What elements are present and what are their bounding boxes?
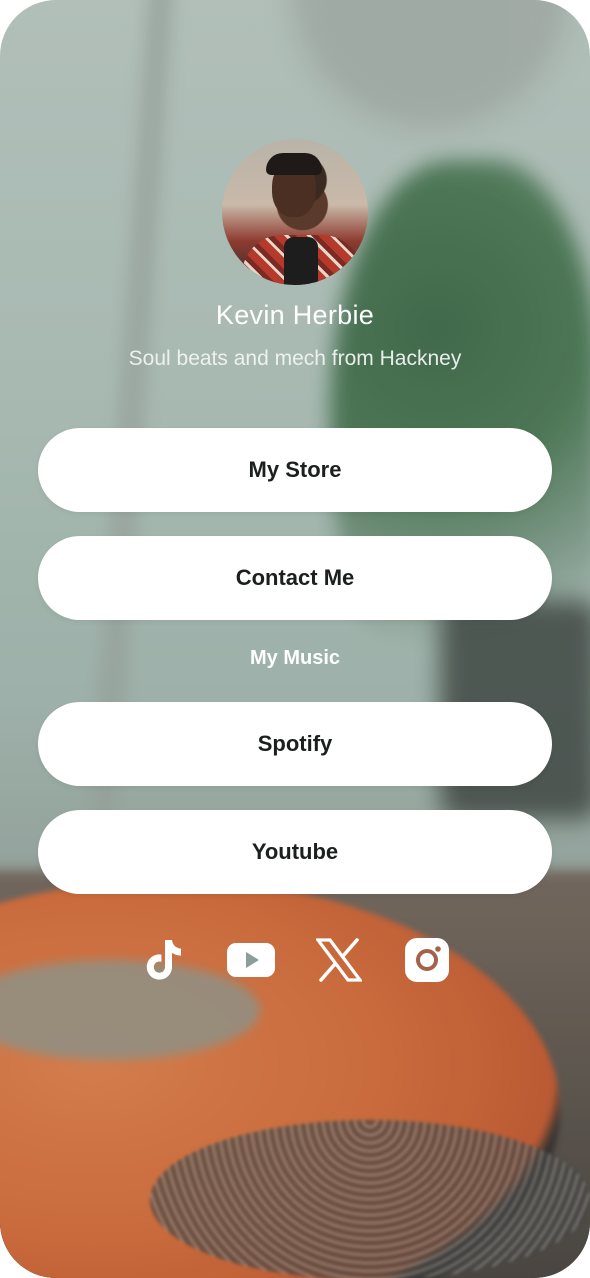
profile-page: Kevin Herbie Soul beats and mech from Ha…	[0, 0, 590, 1278]
youtube-icon[interactable]	[226, 935, 276, 985]
avatar-cap	[266, 153, 322, 175]
profile-bio: Soul beats and mech from Hackney	[128, 347, 462, 370]
youtube-button[interactable]: Youtube	[38, 810, 552, 894]
my-store-button[interactable]: My Store	[38, 428, 552, 512]
instagram-icon[interactable]	[402, 935, 452, 985]
social-icons-row	[0, 935, 590, 985]
spotify-button[interactable]: Spotify	[38, 702, 552, 786]
section-title-my-music: My Music	[249, 647, 341, 669]
avatar	[222, 139, 368, 285]
profile-name: Kevin Herbie	[215, 300, 375, 330]
x-icon[interactable]	[314, 935, 364, 985]
contact-me-button[interactable]: Contact Me	[38, 536, 552, 620]
tiktok-icon[interactable]	[138, 935, 188, 985]
avatar-tee	[284, 237, 318, 285]
